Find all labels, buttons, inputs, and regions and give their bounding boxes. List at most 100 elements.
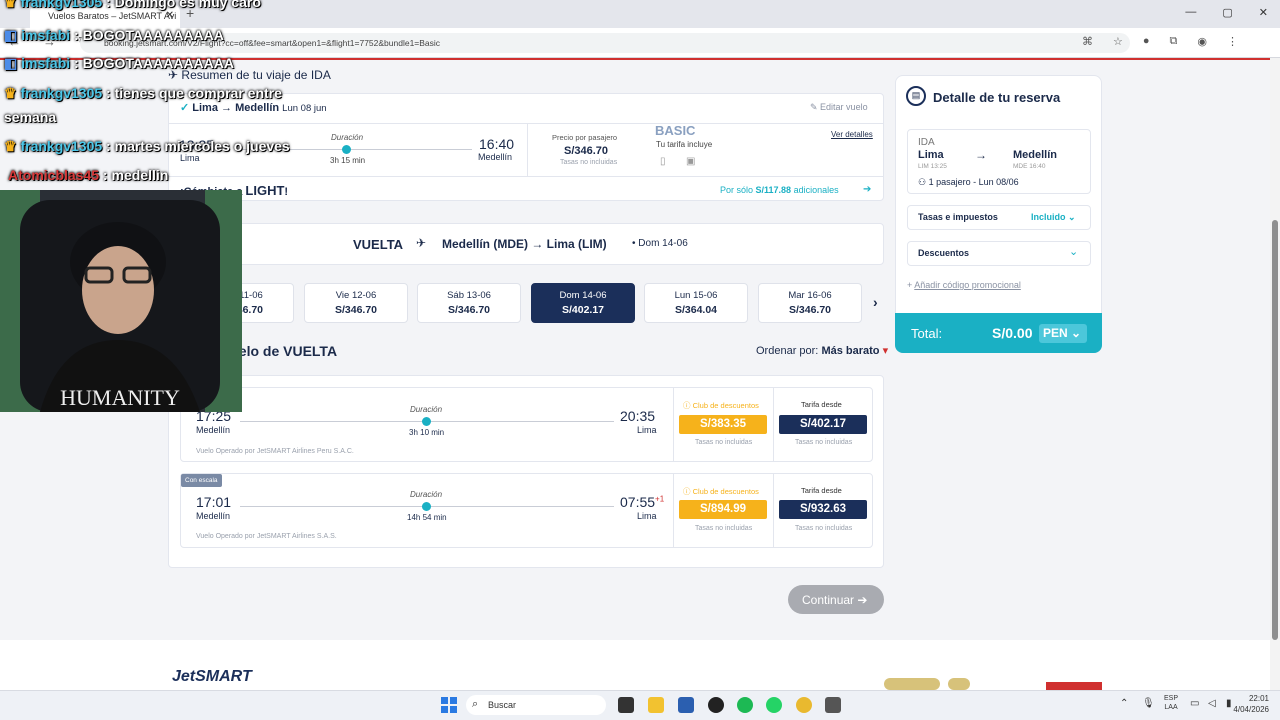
ida-duration: 3h 15 min [330, 156, 366, 165]
upgrade-brand: LIGHT [245, 183, 285, 198]
crown-icon: ♛ [4, 85, 17, 101]
file-explorer-icon[interactable] [648, 697, 664, 713]
date-option-selected[interactable]: Dom 14-06 S/402.17 [531, 283, 635, 323]
extension-icon[interactable]: ● [1143, 35, 1150, 48]
flight-operator: Vuelo Operado por JetSMART Airlines Peru… [196, 448, 354, 455]
summary-leg: IDA [918, 137, 935, 148]
whatsapp-icon[interactable] [766, 697, 782, 713]
fare-taxes: Tasas no incluidas [795, 525, 853, 532]
network-icon[interactable]: ▭ [1190, 698, 1199, 709]
flight-duration: 14h 54 min [407, 513, 447, 522]
chat-text: Domingo es muy caro [114, 0, 261, 10]
summary-to: Medellín [1013, 149, 1058, 161]
chrome-icon[interactable] [796, 697, 812, 713]
profile-icon[interactable]: ◉ [1197, 35, 1207, 48]
jetsmart-logo[interactable]: JetSMART [172, 668, 252, 686]
badge-icon: ◧ [4, 55, 18, 71]
edit-flight-link[interactable]: ✎ Editar vuelo [810, 102, 868, 113]
ida-route: ✓ Lima → Medellín Lun 08 jun [180, 102, 327, 114]
fare-price-button[interactable]: S/402.17 [779, 415, 867, 434]
window-controls: — ▢ ✕ [1185, 6, 1268, 19]
award-badge-icon [948, 678, 970, 690]
date-label: Dom 14-06 [559, 290, 607, 301]
vuelta-date: • Dom 14-06 [632, 238, 688, 249]
chevron-down-icon: ⌄ [1069, 246, 1079, 258]
flight-dep-city: Medellín [196, 425, 231, 435]
award-badge-icon [884, 678, 940, 690]
arrow-right-icon: → [975, 148, 987, 162]
vuelta-to: Lima (LIM) [546, 237, 607, 251]
chat-message: ♛ frankgv1305 : martes miercoles o jueve… [4, 138, 290, 154]
extension-icons: ⌘ ☆ ● ⧉ ◉ ⋮ [1082, 35, 1238, 48]
close-window-icon[interactable]: ✕ [1259, 6, 1268, 19]
ida-duration-label: Duración [331, 133, 364, 142]
promo-link[interactable]: + Añadir código promocional [907, 280, 1021, 290]
language-indicator[interactable]: ESP LAA [1164, 694, 1178, 712]
date-price: S/346.70 [788, 304, 832, 316]
club-price-button[interactable]: S/383.35 [679, 415, 767, 434]
close-tab-icon[interactable]: ✕ [166, 10, 174, 21]
club-price-button[interactable]: S/894.99 [679, 500, 767, 519]
maximize-icon[interactable]: ▢ [1222, 6, 1232, 19]
date-price: S/364.04 [674, 304, 718, 316]
taskbar-search[interactable]: ⌕ Buscar [466, 695, 606, 715]
date-option[interactable]: Lun 15-06 S/364.04 [644, 283, 748, 323]
lang-line1: ESP [1164, 695, 1179, 702]
stopover-tag: Con escala [181, 474, 222, 487]
caret-down-icon: ▾ [882, 345, 889, 357]
sort-label: Ordenar por: [756, 345, 819, 357]
calculator-icon[interactable] [825, 697, 841, 713]
upgrade-price[interactable]: Por sólo S/117.88 adicionales [720, 185, 839, 195]
chat-text: BOGOTAAAAAAAAA [82, 27, 224, 43]
volume-icon[interactable]: ◁ [1208, 698, 1216, 709]
currency-selector[interactable]: PEN ⌄ [1039, 324, 1087, 343]
microphone-icon[interactable]: 🎙 [1142, 698, 1155, 709]
tray-chevron-icon[interactable]: ⌃ [1120, 698, 1128, 709]
fare-price-button[interactable]: S/932.63 [779, 500, 867, 519]
seat-icon: ▣ [686, 156, 696, 167]
continue-button[interactable]: Continuar ➔ [788, 585, 884, 614]
taxes-label: Tasas e impuestos [918, 212, 998, 222]
date-option[interactable]: Mar 16-06 S/346.70 [758, 283, 862, 323]
date-option[interactable]: Sáb 13-06 S/346.70 [417, 283, 521, 323]
obs-icon[interactable] [708, 697, 724, 713]
date-price: S/346.70 [447, 304, 491, 316]
crown-icon: ♛ [4, 138, 17, 154]
see-details-link[interactable]: Ver detalles [831, 130, 873, 139]
webcam-overlay: HUMANITY [0, 190, 242, 412]
date-price: S/346.70 [334, 304, 378, 316]
upgrade-suffix: ! [284, 186, 289, 198]
puzzle-icon[interactable]: ⧉ [1170, 35, 1178, 48]
upgrade-price-prefix: Por sólo [720, 185, 756, 195]
fare-taxes: Tasas no incluidas [795, 439, 853, 446]
vuelta-date-text: Dom 14-06 [638, 238, 688, 249]
club-label: ⓘ Club de descuentos [683, 487, 759, 496]
chat-text: tienes que comprar entre [114, 85, 282, 101]
sort-control[interactable]: Ordenar por: Más barato ▾ [756, 344, 888, 357]
spotify-icon[interactable] [737, 697, 753, 713]
clock[interactable]: 22:01 4/04/2026 [1227, 693, 1269, 715]
chat-message: ◧ imsfabi : BOGOTAAAAAAAAAA [4, 55, 234, 71]
clock-date: 4/04/2026 [1233, 705, 1269, 714]
flight-dep-time: 17:01 [196, 494, 232, 510]
store-icon[interactable] [678, 697, 694, 713]
flight-dep-city: Medellín [196, 511, 231, 521]
menu-icon[interactable]: ⋮ [1227, 35, 1238, 48]
chat-text: semana [4, 109, 57, 125]
fare-label: Tarifa desde [801, 486, 842, 495]
chevron-right-icon[interactable]: › [873, 294, 878, 310]
translate-icon[interactable]: ⌘ [1082, 35, 1093, 48]
club-label-text: Club de descuentos [692, 401, 759, 410]
windows-start-icon[interactable] [441, 697, 457, 713]
task-view-icon[interactable] [618, 697, 634, 713]
flight-arr-time-text: 07:55 [620, 494, 656, 510]
minimize-icon[interactable]: — [1185, 6, 1196, 19]
scrollbar-thumb[interactable] [1272, 220, 1278, 640]
bookmark-star-icon[interactable]: ☆ [1113, 35, 1123, 48]
url-input[interactable]: booking.jetsmart.com/V2/Flight?cc=off&fe… [80, 33, 1130, 53]
date-option[interactable]: Vie 12-06 S/346.70 [304, 283, 408, 323]
clock-time: 22:01 [1248, 694, 1269, 703]
divider [673, 473, 674, 548]
chat-user: frankgv1305 [20, 0, 103, 10]
arrow-circle-icon[interactable]: ➔ [863, 184, 871, 195]
